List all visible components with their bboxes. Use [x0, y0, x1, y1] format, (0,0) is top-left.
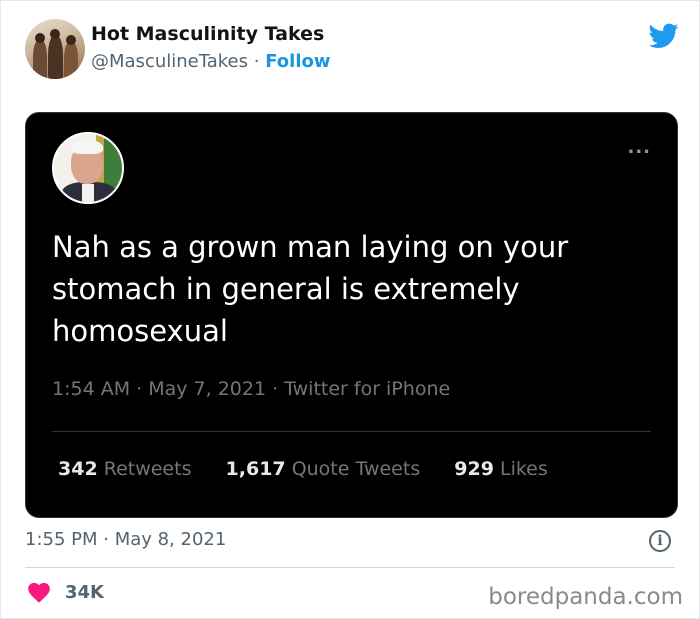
divider: [52, 431, 651, 432]
tweet-timestamp[interactable]: 1:55 PM · May 8, 2021: [25, 529, 226, 550]
quote-tweets-stat: 1,617 Quote Tweets: [226, 458, 421, 480]
quote-tweets-count: 1,617: [225, 458, 286, 480]
heart-icon: [28, 582, 50, 603]
likes-total: 34K: [65, 581, 104, 603]
quoted-tweet-stats: 342 Retweets 1,617 Quote Tweets 929 Like…: [58, 458, 576, 480]
like-button[interactable]: 34K: [27, 581, 104, 603]
profile-avatar[interactable]: [25, 19, 85, 79]
quote-tweets-label: Quote Tweets: [291, 458, 421, 480]
boredpanda-watermark: boredpanda.com: [488, 584, 683, 610]
info-icon[interactable]: i: [649, 530, 671, 552]
footer-divider: [25, 567, 675, 568]
quoted-profile-avatar: [52, 132, 124, 204]
follow-button[interactable]: Follow: [265, 51, 330, 72]
retweets-label: Retweets: [103, 458, 192, 480]
twitter-bird-icon[interactable]: [649, 23, 679, 49]
account-handle[interactable]: @MasculineTakes: [91, 51, 248, 72]
handle-separator: ·: [253, 51, 260, 72]
quoted-tweet-meta: 1:54 AM · May 7, 2021 · Twitter for iPho…: [52, 378, 451, 400]
tweet-screenshot-image[interactable]: ... Nah as a grown man laying on your st…: [25, 112, 678, 518]
likes-count: 929: [454, 458, 494, 480]
likes-label: Likes: [499, 458, 548, 480]
retweets-stat: 342 Retweets: [58, 458, 191, 480]
tweet-header: Hot Masculinity Takes @MasculineTakes · …: [25, 19, 679, 81]
embedded-tweet-card: Hot Masculinity Takes @MasculineTakes · …: [0, 0, 700, 619]
likes-stat: 929 Likes: [454, 458, 548, 480]
account-handle-line: @MasculineTakes · Follow: [91, 51, 331, 72]
more-options-icon: ...: [627, 137, 651, 158]
retweets-count: 342: [58, 458, 98, 480]
quoted-tweet-text: Nah as a grown man laying on your stomac…: [52, 230, 569, 348]
account-name[interactable]: Hot Masculinity Takes: [91, 23, 324, 45]
